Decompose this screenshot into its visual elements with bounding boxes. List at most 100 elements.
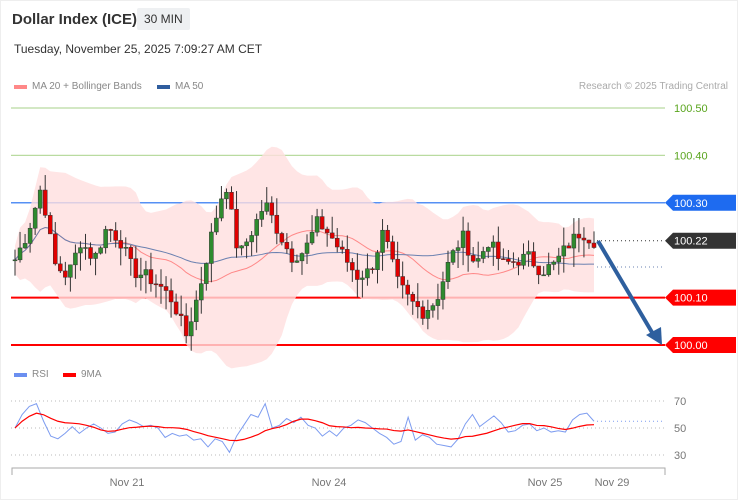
candle [254,219,259,236]
candle [239,245,244,249]
candle [360,277,365,280]
level-label: 100.30 [674,198,708,210]
level-label: 100.00 [674,340,708,352]
candle [566,245,572,249]
candle [123,247,129,249]
candle [475,258,481,262]
candle [93,252,98,259]
candle [294,260,300,263]
candle [279,233,285,243]
candle [63,270,68,278]
candle [199,283,204,301]
candle [188,321,194,337]
candle [27,227,33,244]
x-label: Nov 29 [594,477,630,489]
candle [249,235,254,243]
candle [314,216,320,233]
candle [264,202,269,212]
forecast-arrow [596,239,655,336]
candle [47,215,53,235]
candle [581,237,587,241]
candle [244,241,249,247]
candle [324,228,330,234]
candle [148,269,154,285]
candle [259,211,264,220]
candle [173,301,179,315]
candle [309,231,315,244]
candle [395,258,400,277]
candle [551,261,556,265]
candle [113,230,118,241]
candle [209,231,214,264]
candle [496,241,501,259]
candle [370,268,375,270]
candle [511,261,516,263]
candle [420,306,426,319]
candle [234,208,239,249]
candle [22,243,28,249]
candle [410,294,415,302]
candle [445,262,451,282]
price-chart[interactable]: 100.50 100.40 100.30 100.22 100.10 100.00 70 50… [1,1,738,500]
candle [32,207,38,229]
candle [229,191,234,210]
candle [480,251,486,259]
candle [143,269,149,276]
candle [501,258,506,260]
candle [178,313,184,316]
rsi-tick: 70 [674,396,686,408]
candle [299,253,305,262]
candle [450,250,456,263]
candle [365,268,370,279]
candle [375,252,380,270]
candle [536,265,541,276]
candle [98,247,103,254]
candle [58,263,63,272]
candle [88,247,93,259]
candle [269,202,275,216]
candle [506,258,511,262]
candle [204,263,209,284]
x-label: Nov 25 [527,477,563,489]
candle [516,261,521,266]
candle [430,305,436,311]
candle [108,229,113,231]
candle [224,191,229,200]
candle [586,239,592,244]
candle [304,242,310,254]
candle [380,229,385,253]
candle [415,301,421,308]
candle [465,230,471,256]
candle [158,283,164,287]
candle [168,290,174,303]
candle [138,274,144,279]
candle [83,247,88,249]
candle [571,233,577,249]
candle [526,251,531,255]
candle [12,259,18,262]
candle [334,237,340,248]
x-label: Nov 21 [109,477,145,489]
candle [470,255,476,262]
rsi-9ma-line [14,412,595,442]
level-label: 100.22 [674,236,708,248]
candle [17,247,23,261]
candle [385,229,390,242]
candle [73,252,78,266]
chart-widget: Dollar Index (ICE) 30 MIN Tuesday, Novem… [0,0,738,500]
candle [491,241,496,248]
candle [214,217,219,233]
rsi-tick: 30 [674,450,686,462]
candle [576,233,582,239]
candle [546,264,551,276]
candle [556,255,562,263]
x-axis [11,467,666,475]
level-label: 100.40 [674,150,708,162]
candle [194,299,199,322]
candle [425,310,431,319]
candle [440,281,446,300]
candle [561,245,567,257]
candle [289,248,295,263]
candle [340,246,345,250]
candle [355,269,360,280]
